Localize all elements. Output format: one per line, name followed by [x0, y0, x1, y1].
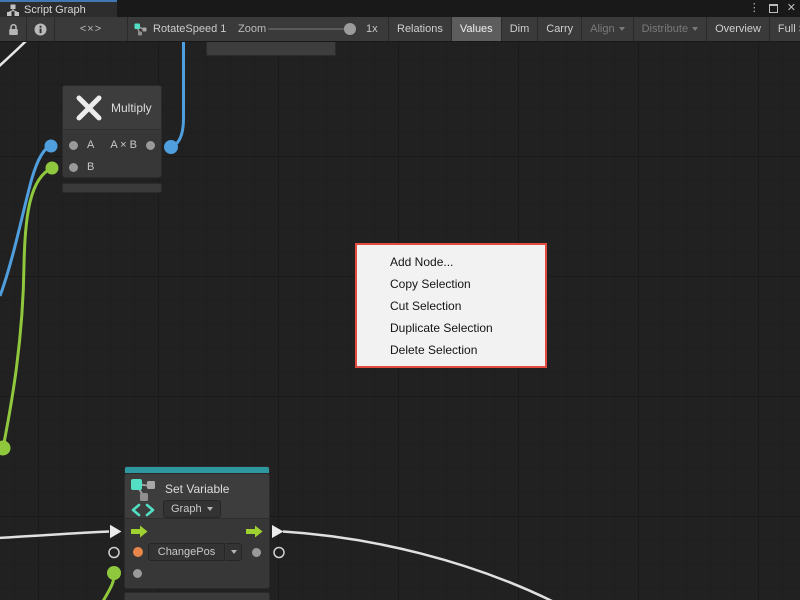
- multiply-icon: [75, 94, 103, 122]
- input-port-b[interactable]: [69, 163, 78, 172]
- zoom-label: Zoom: [238, 17, 266, 41]
- zoom-slider[interactable]: [268, 28, 354, 30]
- variable-dropdown-button[interactable]: [226, 543, 242, 561]
- extra-input-port[interactable]: [133, 569, 142, 578]
- node-title: Set Variable: [165, 482, 229, 496]
- chevron-down-icon: [619, 27, 625, 31]
- multiply-node-body: A A × B B: [62, 130, 162, 178]
- zoom-slider-knob[interactable]: [344, 23, 356, 35]
- output-port-result[interactable]: [146, 141, 155, 150]
- tab-script-graph[interactable]: Script Graph: [0, 0, 117, 17]
- script-graph-asset-icon: [134, 23, 148, 36]
- node-title: Multiply: [111, 101, 152, 115]
- dim-button[interactable]: Dim: [501, 17, 538, 41]
- variable-name-dropdown[interactable]: ChangePos: [148, 543, 225, 561]
- flow-out-port[interactable]: [246, 525, 263, 538]
- relations-button[interactable]: Relations: [388, 17, 451, 41]
- multiply-node-header[interactable]: Multiply: [62, 85, 162, 130]
- close-icon[interactable]: ✕: [787, 3, 796, 14]
- graph-icon: [6, 3, 20, 17]
- chevron-down-icon: [207, 507, 213, 511]
- context-menu: Add Node... Copy Selection Cut Selection…: [355, 243, 547, 368]
- window-menu-icon[interactable]: ⋮: [749, 3, 760, 14]
- graph-toolbar: <×> RotateSpeed 1 Zoom 1x Relations Valu…: [0, 17, 800, 42]
- multiply-node-footer: [62, 183, 162, 193]
- flow-in-port[interactable]: [131, 525, 148, 538]
- breadcrumb[interactable]: RotateSpeed 1: [134, 17, 226, 41]
- input-port-a[interactable]: [69, 141, 78, 150]
- breadcrumb-label: RotateSpeed 1: [153, 23, 226, 35]
- align-button[interactable]: Align: [581, 17, 632, 41]
- title-tab-bar: Script Graph ⋮ ✕: [0, 0, 800, 17]
- chevron-down-icon: [692, 27, 698, 31]
- menu-item-duplicate-selection[interactable]: Duplicate Selection: [357, 317, 545, 339]
- zoom-value: 1x: [366, 17, 378, 41]
- menu-item-copy-selection[interactable]: Copy Selection: [357, 273, 545, 295]
- carry-button[interactable]: Carry: [537, 17, 581, 41]
- full-screen-button[interactable]: Full Screen: [769, 17, 800, 41]
- variable-name: ChangePos: [158, 546, 216, 558]
- partial-node[interactable]: [206, 41, 336, 56]
- set-variable-body: ChangePos: [124, 519, 270, 589]
- info-icon: [34, 23, 47, 36]
- value-output-port[interactable]: [252, 548, 261, 557]
- values-button[interactable]: Values: [451, 17, 501, 41]
- port-label: A: [87, 139, 94, 151]
- set-variable-footer: [124, 592, 270, 600]
- chevron-down-icon: [231, 550, 237, 554]
- distribute-button[interactable]: Distribute: [633, 17, 706, 41]
- set-variable-accent-bar: [124, 466, 270, 473]
- tab-title: Script Graph: [24, 4, 86, 16]
- menu-item-delete-selection[interactable]: Delete Selection: [357, 339, 545, 361]
- code-preview-button[interactable]: <×>: [55, 17, 128, 41]
- node-multiply[interactable]: Multiply A A × B B: [62, 85, 162, 178]
- script-graph-window: { "window": { "tab": { "title": "Script …: [0, 0, 800, 600]
- variable-scope-dropdown[interactable]: Graph: [163, 500, 221, 518]
- info-button[interactable]: [27, 17, 55, 41]
- set-variable-icon: [130, 477, 160, 517]
- port-label: A × B: [110, 139, 137, 151]
- overview-button[interactable]: Overview: [706, 17, 769, 41]
- set-variable-header[interactable]: Set Variable Graph: [124, 473, 270, 519]
- lock-icon: [8, 23, 19, 36]
- menu-item-cut-selection[interactable]: Cut Selection: [357, 295, 545, 317]
- menu-item-add-node[interactable]: Add Node...: [357, 251, 545, 273]
- value-input-port[interactable]: [133, 547, 143, 557]
- lock-button[interactable]: [0, 17, 27, 41]
- scope-label: Graph: [171, 503, 202, 515]
- maximize-icon[interactable]: [769, 4, 778, 13]
- node-set-variable[interactable]: Set Variable Graph ChangePos: [124, 466, 270, 589]
- port-label: B: [87, 161, 94, 173]
